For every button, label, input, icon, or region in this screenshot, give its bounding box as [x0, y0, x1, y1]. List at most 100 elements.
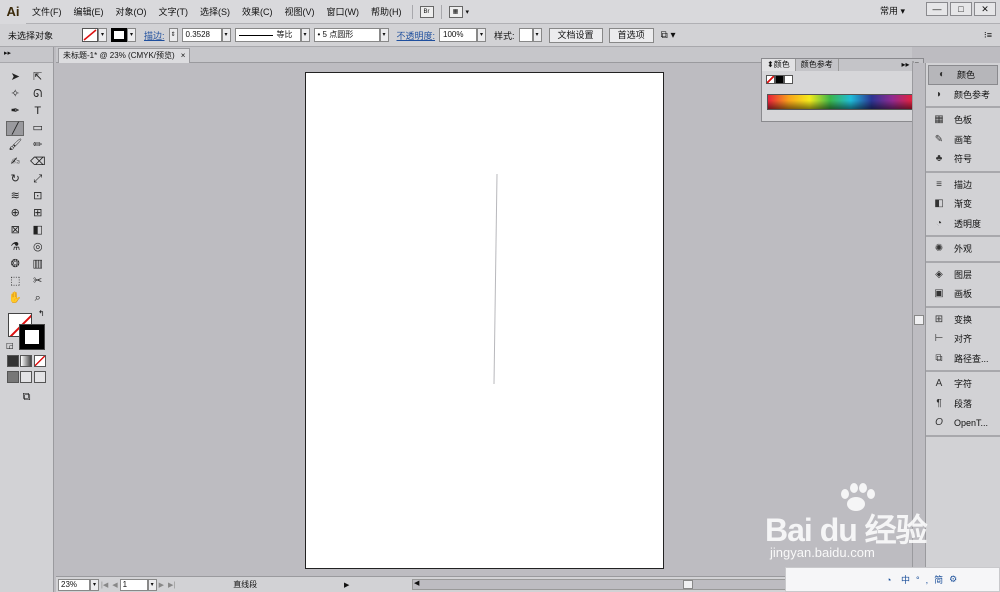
- stroke-profile-dropdown[interactable]: ▾: [300, 28, 310, 42]
- stroke-swatch[interactable]: [111, 28, 127, 42]
- selection-tool-icon[interactable]: ➤: [6, 70, 24, 85]
- dock-item-stroke[interactable]: ≡ 描边: [926, 175, 1000, 195]
- brush-dropdown[interactable]: ▾: [379, 28, 389, 42]
- dock-item-swatches[interactable]: ▦ 色板: [926, 110, 1000, 130]
- width-tool-icon[interactable]: ≋: [6, 189, 24, 204]
- scale-tool-icon[interactable]: ⤢: [29, 172, 47, 187]
- dock-item-symbols[interactable]: ♣ 符号: [926, 149, 1000, 169]
- rectangle-tool-icon[interactable]: ▭: [29, 121, 47, 136]
- fill-swatch[interactable]: [82, 28, 98, 42]
- blend-tool-icon[interactable]: ◎: [29, 240, 47, 255]
- dock-item-transform[interactable]: ⊞ 变换: [926, 310, 1000, 330]
- ime-halfwidth-icon[interactable]: °: [916, 575, 920, 585]
- dock-item-color-guide[interactable]: ◗ 颜色参考: [926, 85, 1000, 105]
- panel-menu-icon[interactable]: ⁝≡: [984, 30, 992, 41]
- drawn-line-segment[interactable]: [306, 73, 665, 570]
- dock-item-layers[interactable]: ◈ 图层: [926, 265, 1000, 285]
- none-mode-icon[interactable]: [34, 355, 47, 367]
- type-tool-icon[interactable]: T: [29, 104, 47, 119]
- ime-chinese-mode[interactable]: 中: [901, 573, 910, 586]
- line-segment-tool-icon[interactable]: ╱: [6, 121, 25, 136]
- tools-panel-header[interactable]: ▸▸: [0, 47, 53, 63]
- gradient-mode-icon[interactable]: [20, 355, 33, 367]
- dock-item-gradient[interactable]: ◧ 渐变: [926, 194, 1000, 214]
- shape-builder-tool-icon[interactable]: ⊕: [6, 206, 24, 221]
- slice-tool-icon[interactable]: ✂: [29, 274, 47, 289]
- dock-item-pathfinder[interactable]: ⧉ 路径查...: [926, 349, 1000, 369]
- style-swatch[interactable]: [518, 28, 533, 42]
- tab-color-guide[interactable]: 颜色参考: [796, 59, 839, 71]
- stroke-dropdown[interactable]: ▾: [127, 28, 136, 42]
- stroke-stepper[interactable]: ⇕: [168, 28, 178, 42]
- ime-logo-icon[interactable]: ◔: [886, 575, 891, 585]
- menu-edit[interactable]: 编辑(E): [68, 0, 110, 24]
- brush-select[interactable]: • 5 点圆形: [313, 28, 380, 42]
- next-artboard-icon[interactable]: ▶: [159, 581, 164, 589]
- default-fill-stroke-icon[interactable]: ◲: [6, 341, 14, 350]
- dock-item-brushes[interactable]: ✎ 画笔: [926, 130, 1000, 150]
- tab-color[interactable]: ⬍颜色: [762, 59, 796, 71]
- perspective-grid-tool-icon[interactable]: ⊞: [29, 206, 47, 221]
- scroll-left-icon[interactable]: ◀: [414, 579, 419, 587]
- dock-item-character[interactable]: A 字符: [926, 374, 1000, 394]
- stroke-weight-dropdown[interactable]: ▾: [221, 28, 231, 42]
- black-swatch[interactable]: [775, 75, 784, 84]
- eraser-tool-icon[interactable]: ⌫: [29, 155, 47, 170]
- magic-wand-tool-icon[interactable]: ✧: [6, 87, 24, 102]
- bridge-button[interactable]: Br: [419, 5, 434, 18]
- gradient-tool-icon[interactable]: ◧: [29, 223, 47, 238]
- artboard-number-input[interactable]: 1: [119, 578, 148, 591]
- menu-help[interactable]: 帮助(H): [365, 0, 408, 24]
- dock-item-paragraph[interactable]: ¶ 段落: [926, 394, 1000, 414]
- chevron-down-icon[interactable]: ▾: [466, 8, 470, 16]
- rotate-tool-icon[interactable]: ↻: [6, 172, 24, 187]
- color-mode-icon[interactable]: [6, 355, 19, 367]
- style-dropdown[interactable]: ▾: [532, 28, 542, 42]
- lasso-tool-icon[interactable]: ᘏ: [29, 87, 47, 102]
- opacity-label[interactable]: 不透明度:: [397, 29, 436, 42]
- stroke-color-box[interactable]: [19, 324, 45, 350]
- close-button[interactable]: ✕: [974, 2, 996, 16]
- ime-simplified-mode[interactable]: 简: [934, 573, 943, 586]
- first-artboard-icon[interactable]: |◀: [101, 581, 108, 589]
- dock-item-opentype[interactable]: O OpenT...: [926, 413, 1000, 433]
- pencil-tool-icon[interactable]: ✏: [29, 138, 47, 153]
- artboard-tool-icon[interactable]: ⬚: [6, 274, 24, 289]
- stroke-label[interactable]: 描边:: [144, 29, 165, 42]
- close-tab-icon[interactable]: ×: [181, 49, 186, 63]
- draw-behind-icon[interactable]: [20, 371, 33, 383]
- menu-type[interactable]: 文字(T): [153, 0, 195, 24]
- stroke-weight-input[interactable]: 0.3528: [181, 28, 222, 42]
- none-swatch[interactable]: [766, 75, 775, 84]
- opacity-dropdown[interactable]: ▾: [477, 28, 487, 42]
- workspace-switcher[interactable]: 常用 ▾: [880, 4, 905, 17]
- swap-fill-stroke-icon[interactable]: ↰: [38, 309, 45, 318]
- artboard-number-dropdown[interactable]: ▾: [147, 578, 157, 591]
- pen-tool-icon[interactable]: ✒: [6, 104, 24, 119]
- menu-object[interactable]: 对象(O): [110, 0, 153, 24]
- menu-file[interactable]: 文件(F): [26, 0, 68, 24]
- blob-brush-tool-icon[interactable]: ✍: [6, 155, 24, 170]
- zoom-dropdown[interactable]: ▾: [90, 578, 99, 591]
- dock-item-appearance[interactable]: ✺ 外观: [926, 239, 1000, 259]
- prev-artboard-icon[interactable]: ◀: [112, 581, 117, 589]
- dock-item-artboards[interactable]: ▣ 画板: [926, 284, 1000, 304]
- arrange-icon[interactable]: ⧉ ▾: [661, 30, 676, 41]
- ime-settings-icon[interactable]: ⚙: [949, 574, 957, 585]
- draw-inside-icon[interactable]: [34, 371, 47, 383]
- direct-selection-tool-icon[interactable]: ⇱: [29, 70, 47, 85]
- menu-view[interactable]: 视图(V): [279, 0, 321, 24]
- draw-normal-icon[interactable]: [6, 371, 19, 383]
- minimize-button[interactable]: —: [926, 2, 948, 16]
- white-swatch[interactable]: [784, 75, 793, 84]
- last-artboard-icon[interactable]: ▶|: [168, 581, 175, 589]
- fill-dropdown[interactable]: ▾: [98, 28, 107, 42]
- document-setup-button[interactable]: 文档设置: [548, 27, 603, 43]
- paintbrush-tool-icon[interactable]: 🖌: [6, 138, 24, 153]
- ime-punctuation-icon[interactable]: ,: [926, 575, 929, 585]
- color-spectrum[interactable]: [767, 94, 914, 110]
- menu-window[interactable]: 窗口(W): [321, 0, 366, 24]
- eyedropper-tool-icon[interactable]: ⚗: [6, 240, 24, 255]
- menu-select[interactable]: 选择(S): [194, 0, 236, 24]
- vertical-scrollbar[interactable]: [912, 63, 925, 576]
